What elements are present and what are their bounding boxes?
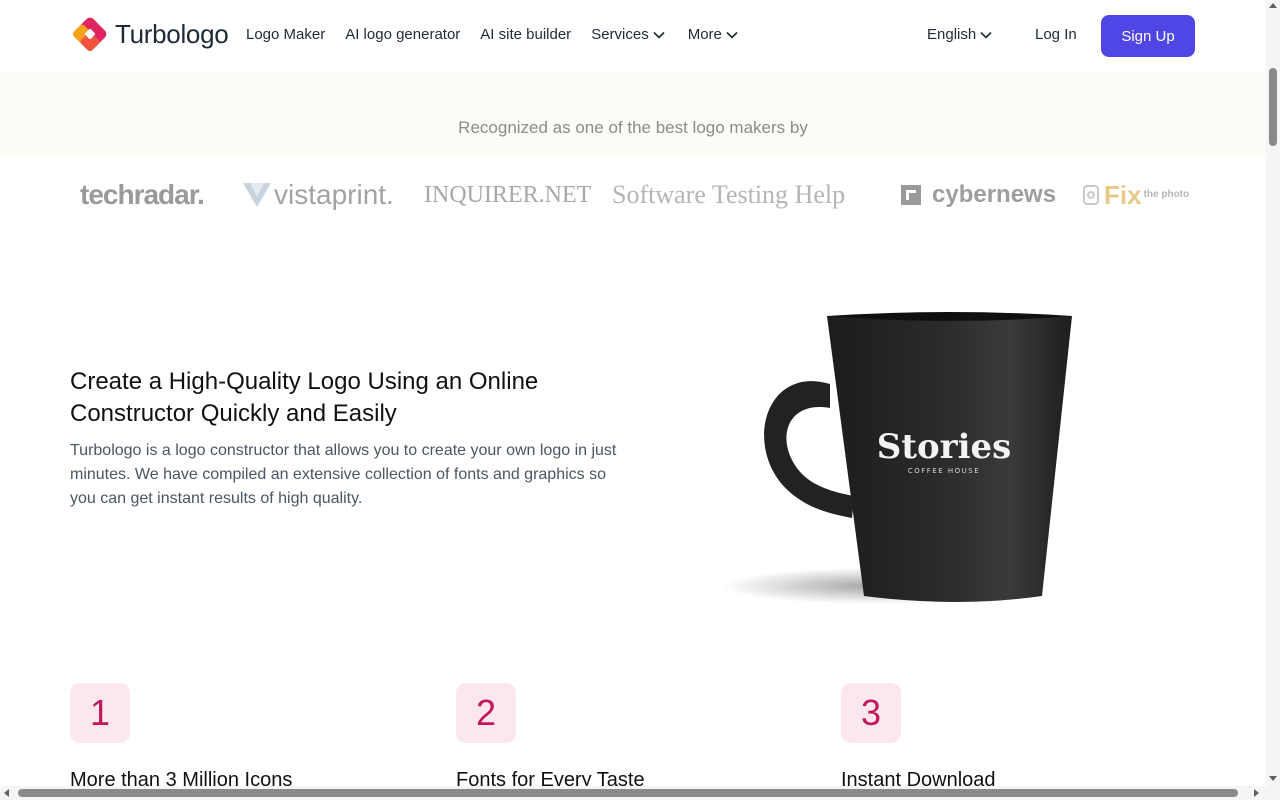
scroll-right-arrow-icon[interactable]: [1254, 789, 1259, 797]
language-selector[interactable]: English: [927, 26, 992, 43]
camera-mark-icon: [1083, 185, 1099, 205]
vistaprint-mark-icon: [243, 183, 271, 207]
mug-tagline-text: COFFEE HOUSE: [908, 467, 980, 475]
signup-button[interactable]: Sign Up: [1101, 15, 1195, 57]
nav-label: Services: [591, 26, 649, 43]
mug-brand-text: Stories: [877, 427, 1012, 467]
inquirer-logo: INQUIRER.NET: [424, 172, 591, 218]
feature-number-badge: 3: [841, 683, 901, 743]
nav-services-dropdown[interactable]: Services: [591, 26, 665, 43]
nav-label: Logo Maker: [246, 26, 326, 43]
scroll-up-arrow-icon[interactable]: [1269, 3, 1277, 8]
nav-ai-site-builder[interactable]: AI site builder: [480, 26, 571, 43]
login-link[interactable]: Log In: [1035, 26, 1077, 43]
chevron-down-icon: [726, 31, 738, 39]
feature-card: 3 Instant Download: [841, 683, 996, 791]
scrollbar-corner: [1266, 788, 1280, 800]
scroll-left-arrow-icon[interactable]: [4, 789, 9, 797]
techradar-logo: techradar.: [80, 172, 205, 218]
chevron-down-icon: [980, 31, 992, 39]
feature-card: 2 Fonts for Every Taste: [456, 683, 645, 791]
logo-text: vistaprint.: [274, 179, 394, 210]
fixthephoto-logo: Fix the photo: [1082, 172, 1190, 218]
horizontal-scroll-thumb[interactable]: [18, 789, 1238, 797]
logo-text: Software Testing Help: [612, 180, 846, 209]
horizontal-scrollbar[interactable]: [0, 786, 1266, 800]
feature-number-badge: 1: [70, 683, 130, 743]
language-label: English: [927, 26, 977, 43]
nav-logo-maker[interactable]: Logo Maker: [246, 26, 325, 43]
recognition-heading: Recognized as one of the best logo maker…: [458, 118, 808, 137]
hero-description: Turbologo is a logo constructor that all…: [70, 442, 617, 507]
feature-card: 1 More than 3 Million Icons: [70, 683, 292, 791]
nav-label: AI logo generator: [345, 26, 461, 43]
chevron-down-icon: [653, 31, 665, 39]
nav-label: More: [687, 26, 722, 43]
scroll-down-arrow-icon[interactable]: [1269, 776, 1277, 781]
cybernews-logo: cybernews: [900, 172, 1056, 218]
nav-label: AI site builder: [480, 26, 572, 43]
site-header: Turbologo Logo Maker AI logo generator A…: [0, 0, 1266, 72]
hero-title: Create a High-Quality Logo Using an Onli…: [70, 368, 539, 427]
software-testing-help-logo: Software Testing Help: [612, 172, 845, 218]
brand-logo-link[interactable]: Turbologo: [71, 15, 229, 53]
logo-text: techradar.: [80, 179, 205, 210]
logo-text: INQUIRER.NET: [424, 181, 592, 208]
turbologo-logo-icon: [71, 15, 109, 53]
cybernews-mark-icon: [901, 185, 921, 205]
recognition-band: [0, 72, 1266, 156]
vertical-scroll-thumb[interactable]: [1269, 68, 1277, 146]
press-logos: techradar. vistaprint. INQUIRER.NET Soft…: [80, 172, 1190, 218]
vertical-scrollbar[interactable]: [1266, 0, 1280, 788]
vistaprint-logo: vistaprint.: [242, 172, 394, 218]
brand-name: Turbologo: [115, 18, 229, 49]
nav-ai-logo-generator[interactable]: AI logo generator: [345, 26, 460, 43]
logo-text: cybernews: [932, 181, 1057, 208]
logo-text: Fix: [1104, 179, 1142, 210]
nav-more-dropdown[interactable]: More: [688, 26, 738, 43]
mug-mockup-image: Stories COFFEE HOUSE: [722, 304, 1082, 614]
feature-number-badge: 2: [456, 683, 516, 743]
logo-subtext: the photo: [1143, 189, 1190, 200]
main-nav: Logo Maker AI logo generator AI site bui…: [246, 26, 738, 43]
